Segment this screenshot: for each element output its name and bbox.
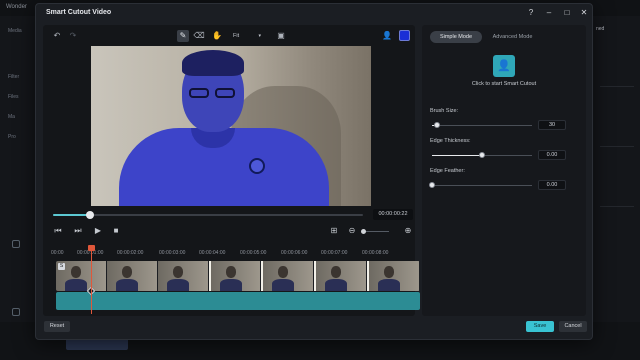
maximize-icon[interactable]: □ bbox=[562, 8, 572, 18]
mask-track[interactable] bbox=[56, 292, 420, 310]
tab-advanced-mode[interactable]: Advanced Mode bbox=[485, 31, 540, 43]
right-chip: ned bbox=[596, 26, 605, 32]
app-left-panel: Media Filter Files Ma Pro bbox=[0, 16, 40, 360]
playhead[interactable] bbox=[91, 247, 92, 314]
eraser-icon[interactable]: ⌫ bbox=[193, 30, 205, 42]
cancel-button[interactable]: Cancel bbox=[559, 321, 587, 332]
reset-button[interactable]: Reset bbox=[44, 321, 70, 332]
redo-icon[interactable]: ↷ bbox=[67, 30, 79, 42]
zoom-out-icon[interactable]: ⊖ bbox=[347, 225, 357, 237]
timeline-zoom-slider[interactable] bbox=[363, 231, 389, 232]
person-cutout-icon: 👤 bbox=[497, 60, 511, 72]
ruler-tick: 00:00:07:00 bbox=[321, 250, 348, 256]
slider-handle[interactable] bbox=[429, 182, 435, 188]
slider-handle[interactable] bbox=[479, 152, 485, 158]
video-thumbnail bbox=[314, 261, 368, 291]
dialog-titlebar: Smart Cutout Video ? – □ ✕ bbox=[36, 4, 592, 22]
edge-feather-value[interactable]: 0.00 bbox=[538, 180, 566, 190]
timeline-ruler[interactable]: 00:00 00:00:01:00 00:00:02:00 00:00:03:0… bbox=[49, 250, 409, 260]
brush-size-label: Brush Size: bbox=[430, 108, 459, 114]
edge-thickness-slider[interactable] bbox=[432, 152, 532, 158]
tab-simple-mode[interactable]: Simple Mode bbox=[430, 31, 482, 43]
scrubber-handle[interactable] bbox=[86, 211, 95, 219]
left-label-ma[interactable]: Ma bbox=[8, 114, 15, 120]
slider-fill bbox=[432, 155, 482, 156]
hand-icon[interactable]: ✋ bbox=[211, 30, 223, 42]
ruler-tick: 00:00:05:00 bbox=[240, 250, 267, 256]
help-icon[interactable]: ? bbox=[526, 8, 536, 18]
prev-frame-icon[interactable]: ⏮ bbox=[53, 225, 63, 237]
video-thumbnail bbox=[106, 261, 158, 291]
play-icon[interactable]: ▶ bbox=[93, 225, 103, 237]
track-icon[interactable] bbox=[12, 308, 20, 316]
video-track[interactable] bbox=[56, 261, 420, 291]
cutout-hint: Click to start Smart Cutout bbox=[471, 81, 537, 87]
edge-feather-slider[interactable] bbox=[429, 182, 532, 188]
divider bbox=[600, 206, 634, 207]
stop-icon[interactable]: ■ bbox=[111, 225, 121, 237]
fit-timeline-icon[interactable]: ⊞ bbox=[329, 225, 339, 237]
ruler-tick: 00:00:08:00 bbox=[362, 250, 389, 256]
ruler-tick: 00:00:06:00 bbox=[281, 250, 308, 256]
app-right-panel: ned bbox=[594, 16, 640, 360]
track-tag: S bbox=[58, 263, 65, 270]
shirt-logo bbox=[249, 158, 265, 174]
playback-scrubber[interactable] bbox=[53, 211, 363, 219]
mask-glasses bbox=[189, 88, 237, 98]
ruler-tick: 00:00:02:00 bbox=[117, 250, 144, 256]
video-thumbnail bbox=[208, 261, 262, 291]
next-frame-icon[interactable]: ⏭ bbox=[73, 225, 83, 237]
zoom-select-value: Fit bbox=[233, 33, 240, 39]
mask-color-swatch[interactable] bbox=[399, 30, 410, 41]
left-label-media[interactable]: Media bbox=[8, 28, 22, 34]
track-icon[interactable] bbox=[12, 240, 20, 248]
undo-icon[interactable]: ↶ bbox=[51, 30, 63, 42]
edge-thickness-value[interactable]: 0.00 bbox=[538, 150, 566, 160]
preview-pane: ↶ ↷ ✎ ⌫ ✋ Fit ▾ ▣ 👤 00:00:00:22 ⏮ ⏭ ▶ ■ … bbox=[43, 25, 420, 316]
video-thumbnail bbox=[261, 261, 315, 291]
timecode: 00:00:00:22 bbox=[373, 209, 413, 220]
mode-tabs: Simple Mode Advanced Mode bbox=[430, 31, 540, 43]
close-icon[interactable]: ✕ bbox=[579, 8, 589, 18]
dialog-title: Smart Cutout Video bbox=[46, 9, 112, 16]
brush-size-slider[interactable] bbox=[432, 122, 532, 128]
video-thumbnail bbox=[157, 261, 209, 291]
edge-thickness-label: Edge Thickness: bbox=[430, 138, 471, 144]
ruler-tick: 00:00:04:00 bbox=[199, 250, 226, 256]
timeline-zoom-handle[interactable] bbox=[361, 229, 366, 234]
zoom-select[interactable]: Fit ▾ bbox=[233, 30, 261, 42]
divider bbox=[600, 146, 634, 147]
ruler-tick: 00:00:03:00 bbox=[159, 250, 186, 256]
edge-feather-label: Edge Feather: bbox=[430, 168, 465, 174]
person-icon[interactable]: 👤 bbox=[381, 30, 393, 42]
zoom-in-icon[interactable]: ⊕ bbox=[403, 225, 413, 237]
smart-cutout-button[interactable]: 👤 bbox=[493, 55, 515, 77]
video-thumbnail bbox=[367, 261, 420, 291]
left-label-pro[interactable]: Pro bbox=[8, 134, 16, 140]
mask-hair bbox=[182, 50, 244, 76]
cutout-mask-overlay bbox=[119, 48, 329, 206]
minimize-icon[interactable]: – bbox=[544, 8, 554, 18]
divider bbox=[600, 86, 634, 87]
video-preview[interactable] bbox=[91, 46, 371, 206]
compare-icon[interactable]: ▣ bbox=[275, 30, 287, 42]
smart-cutout-dialog: Smart Cutout Video ? – □ ✕ ↶ ↷ ✎ ⌫ ✋ Fit… bbox=[35, 3, 593, 340]
brush-icon[interactable]: ✎ bbox=[177, 30, 189, 42]
brush-size-value[interactable]: 30 bbox=[538, 120, 566, 130]
settings-pane: Simple Mode Advanced Mode 👤 Click to sta… bbox=[422, 25, 586, 316]
scrubber-progress bbox=[53, 214, 91, 216]
slider-handle[interactable] bbox=[434, 122, 440, 128]
chevron-down-icon: ▾ bbox=[258, 33, 261, 39]
save-button[interactable]: Save bbox=[526, 321, 554, 332]
left-label-filter[interactable]: Filter bbox=[8, 74, 19, 80]
left-label-files[interactable]: Files bbox=[8, 94, 19, 100]
ruler-tick: 00:00 bbox=[51, 250, 64, 256]
preview-toolbar: ↶ ↷ ✎ ⌫ ✋ Fit ▾ ▣ 👤 bbox=[43, 25, 415, 47]
